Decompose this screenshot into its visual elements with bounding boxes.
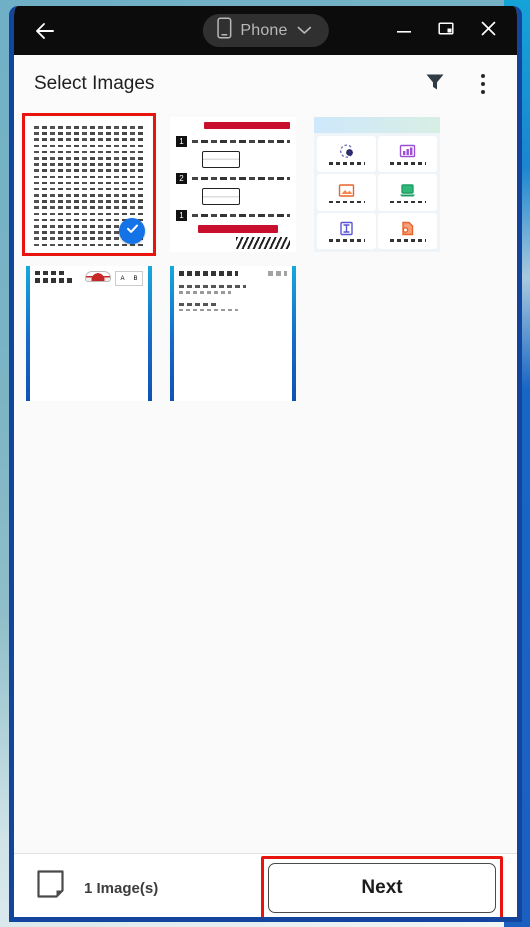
- chevron-down-icon: [297, 22, 312, 40]
- step-text: [192, 177, 290, 180]
- instruction-step: 2: [176, 173, 290, 184]
- window-titlebar: Phone: [14, 6, 517, 55]
- app-tile: [378, 212, 437, 249]
- page-header-row: [179, 271, 287, 276]
- restore-window-icon: [437, 19, 455, 42]
- thumbnail-preview-scanned-page-rails: AB: [26, 266, 152, 401]
- thumbnail-preview-scanned-page-text: [170, 266, 296, 401]
- scanned-page: [170, 266, 296, 401]
- page-paragraph: [179, 302, 287, 311]
- gear-sync-icon: [337, 143, 356, 160]
- back-button[interactable]: [28, 14, 62, 48]
- minimize-button[interactable]: [385, 12, 423, 50]
- image-gallery: 1 2 1 A B: [14, 113, 517, 853]
- thumbnail-grid: 1 2 1 A B: [22, 113, 505, 401]
- instruction-highlight-bar: [198, 225, 278, 233]
- chart-icon: [398, 143, 417, 160]
- phone-icon: [216, 17, 231, 44]
- app-tile-label: [389, 239, 426, 242]
- app-grid-header: [314, 117, 440, 133]
- app-tile: [317, 174, 376, 211]
- frame-icon: [337, 220, 356, 237]
- step-number: 2: [176, 173, 187, 184]
- step-number: 1: [176, 210, 187, 221]
- instruction-sheet: 1 2 1: [170, 117, 296, 252]
- app-tile: [317, 136, 376, 173]
- page-title: Select Images: [34, 73, 155, 94]
- app-tile: [317, 212, 376, 249]
- app-tile-label: [328, 162, 365, 165]
- app-tile: [378, 136, 437, 173]
- printer-illustration: [202, 151, 240, 168]
- restore-button[interactable]: [427, 12, 465, 50]
- kebab-menu-icon: [480, 73, 486, 95]
- instruction-sketch: [236, 237, 290, 249]
- app-tile: [378, 174, 437, 211]
- step-number: 1: [176, 136, 187, 147]
- thumbnail-preview-instruction-sheet: 1 2 1: [170, 117, 296, 252]
- file-export-icon: [398, 220, 417, 237]
- thumbnail-item-2[interactable]: 1 2 1: [170, 117, 296, 252]
- app-window: Phone Select Images 1 2 1 A B 1 Image(s)…: [9, 6, 522, 922]
- page-rail-right: [148, 266, 152, 401]
- page-info-box: AB: [115, 271, 143, 286]
- page-content: AB: [30, 266, 148, 401]
- image-icon: [337, 182, 356, 199]
- selection-check-badge[interactable]: [119, 218, 145, 244]
- laptop-icon: [398, 182, 417, 199]
- filter-icon: [424, 71, 446, 98]
- device-label: Phone: [240, 21, 288, 39]
- overflow-menu-button[interactable]: [463, 64, 503, 104]
- instruction-step: 1: [176, 210, 290, 221]
- instruction-banner: [204, 122, 290, 129]
- thumbnail-preview-app-grid: [314, 117, 440, 252]
- document-page-icon: [36, 869, 72, 908]
- header-actions: [415, 64, 503, 104]
- close-button[interactable]: [469, 12, 507, 50]
- app-tile-label: [389, 162, 426, 165]
- step-text: [192, 140, 290, 143]
- thumbnail-item-3[interactable]: [314, 117, 440, 252]
- app-tile-label: [328, 200, 365, 204]
- app-grid-screenshot: [314, 117, 440, 252]
- thumbnail-item-5[interactable]: [170, 266, 296, 401]
- step-text: [192, 214, 290, 217]
- next-button[interactable]: Next: [268, 863, 496, 913]
- page-header-row: AB: [35, 271, 143, 286]
- device-selector[interactable]: Phone: [202, 14, 329, 47]
- app-grid-tiles: [314, 133, 440, 252]
- thumbnail-item-1[interactable]: [22, 113, 156, 256]
- vehicle-illustration: [85, 271, 111, 282]
- scanned-page: AB: [26, 266, 152, 401]
- page-content: [174, 266, 292, 401]
- instruction-step: 1: [176, 136, 290, 147]
- minimize-icon: [395, 19, 413, 42]
- window-controls: [385, 12, 507, 50]
- app-tile-label: [389, 200, 426, 204]
- page-paragraph: [179, 285, 287, 294]
- page-header: Select Images: [14, 55, 517, 113]
- filter-button[interactable]: [415, 64, 455, 104]
- thumbnail-item-4[interactable]: AB: [26, 266, 152, 401]
- check-circle-icon: [125, 221, 140, 241]
- close-icon: [479, 19, 498, 43]
- app-tile-label: [328, 239, 365, 242]
- bottom-action-bar: 1 Image(s) Next: [14, 853, 517, 917]
- arrow-left-icon: [33, 19, 57, 43]
- page-rail-right: [292, 266, 296, 401]
- next-button-highlight: Next: [261, 856, 503, 917]
- selected-count-group: 1 Image(s): [36, 869, 158, 908]
- selected-count-label: 1 Image(s): [84, 879, 159, 897]
- printer-illustration: [202, 188, 240, 205]
